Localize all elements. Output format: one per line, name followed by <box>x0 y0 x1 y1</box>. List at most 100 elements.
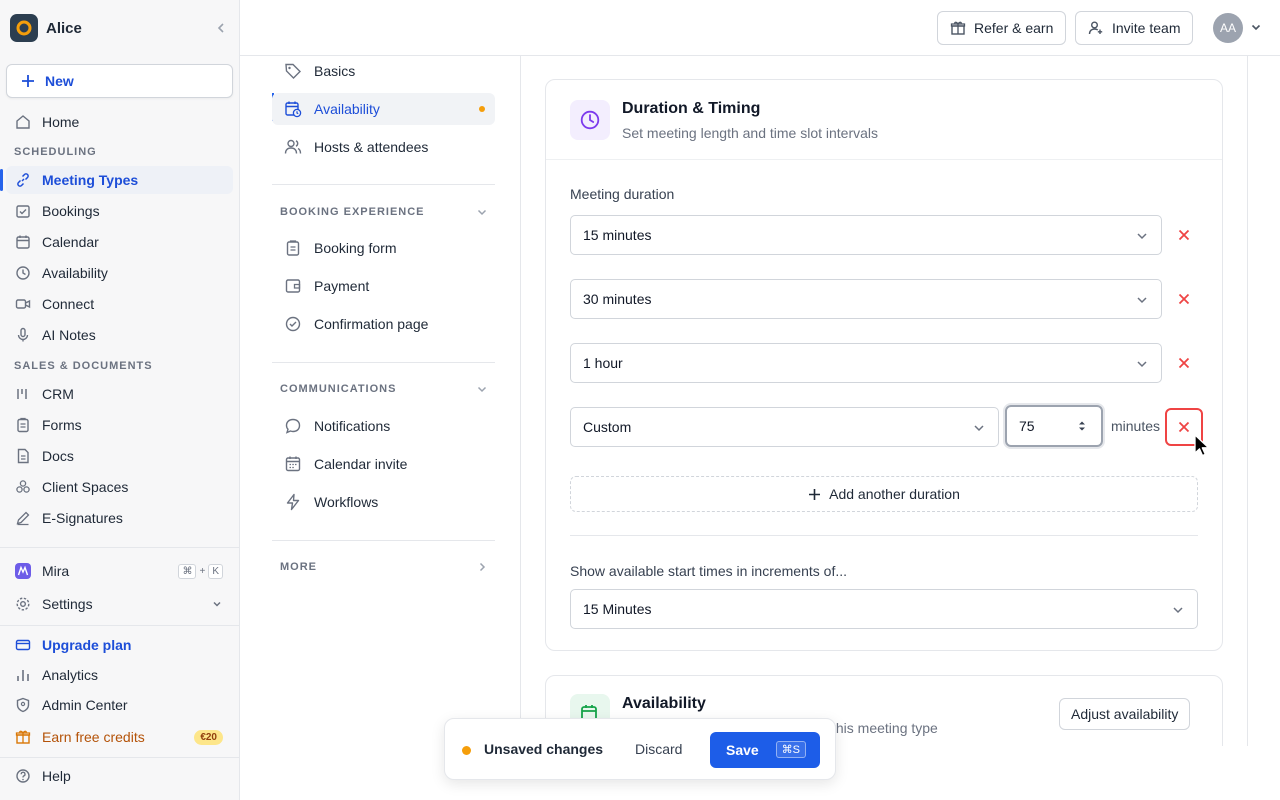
select-value: 15 minutes <box>583 227 652 243</box>
tag-icon <box>284 62 302 80</box>
discard-button[interactable]: Discard <box>635 741 682 757</box>
sidebar-item-label: Connect <box>42 296 95 312</box>
new-button-label: New <box>45 73 74 89</box>
shortcut-plus: + <box>199 565 206 577</box>
mouse-cursor-icon <box>1194 434 1210 457</box>
sidebar-item-mira[interactable]: Mira ⌘ + K <box>6 557 233 585</box>
increment-select[interactable]: 15 Minutes <box>570 589 1198 629</box>
invite-team-button[interactable]: Invite team <box>1075 11 1194 45</box>
remove-duration-button[interactable] <box>1166 345 1202 381</box>
settings-subnav: Basics Availability Hosts & attendees BO… <box>240 56 521 746</box>
sidebar-item-admin-center[interactable]: Admin Center <box>6 691 233 719</box>
unsaved-changes-bar: Unsaved changes Discard Save ⌘S <box>444 718 836 780</box>
remove-duration-button[interactable] <box>1166 281 1202 317</box>
gift-icon <box>14 728 32 746</box>
collapse-sidebar-icon[interactable] <box>214 21 228 35</box>
input-value: 75 <box>1019 418 1035 434</box>
chevron-down-icon <box>476 206 488 218</box>
credit-badge: €20 <box>194 729 223 745</box>
card-header: Duration & Timing Set meeting length and… <box>546 80 1222 160</box>
mira-shortcut: ⌘ + K <box>178 563 223 579</box>
new-button[interactable]: New <box>6 64 233 98</box>
sidebar-item-meeting-types[interactable]: Meeting Types <box>6 166 233 194</box>
save-button-label: Save <box>726 742 759 758</box>
add-duration-button[interactable]: Add another duration <box>570 476 1198 512</box>
close-icon <box>1178 421 1190 433</box>
sidebar-item-e-signatures[interactable]: E-Signatures <box>6 504 233 532</box>
sidebar-item-label: Admin Center <box>42 697 128 713</box>
sidebar-item-ai-notes[interactable]: AI Notes <box>6 321 233 349</box>
sidebar-item-settings[interactable]: Settings <box>6 590 233 618</box>
subnav-item-calendar-invite[interactable]: Calendar invite <box>272 448 495 480</box>
remove-duration-button[interactable] <box>1166 217 1202 253</box>
chat-bubble-icon <box>284 417 302 435</box>
sidebar-item-bookings[interactable]: Bookings <box>6 197 233 225</box>
sidebar-item-availability[interactable]: Availability <box>6 259 233 287</box>
clock-icon <box>570 100 610 140</box>
sidebar-item-label: Docs <box>42 448 74 464</box>
duration-select-custom[interactable]: Custom <box>570 407 999 447</box>
section-communications[interactable]: COMMUNICATIONS <box>280 383 488 395</box>
calendar-check-icon <box>14 202 32 220</box>
subnav-item-workflows[interactable]: Workflows <box>272 486 495 518</box>
chevron-down-icon[interactable] <box>1250 21 1262 33</box>
crm-icon <box>14 385 32 403</box>
sidebar-item-home[interactable]: Home <box>6 108 233 136</box>
sidebar-item-label: Forms <box>42 417 82 433</box>
subnav-item-booking-form[interactable]: Booking form <box>272 232 495 264</box>
duration-timing-card: Duration & Timing Set meeting length and… <box>545 79 1223 651</box>
save-button[interactable]: Save ⌘S <box>710 732 820 768</box>
chevron-down-icon <box>1135 293 1149 307</box>
lightning-icon <box>284 493 302 511</box>
section-more[interactable]: MORE <box>280 561 488 573</box>
subnav-item-confirmation-page[interactable]: Confirmation page <box>272 308 495 340</box>
main-content: Duration & Timing Set meeting length and… <box>521 56 1248 746</box>
subnav-item-basics[interactable]: Basics <box>272 55 495 87</box>
subnav-item-availability[interactable]: Availability <box>272 93 495 125</box>
avatar[interactable]: AA <box>1213 13 1243 43</box>
sidebar-item-forms[interactable]: Forms <box>6 411 233 439</box>
sidebar-item-label: Earn free credits <box>42 729 145 745</box>
home-icon <box>14 113 32 131</box>
shortcut-key: ⌘ <box>178 563 197 579</box>
duration-select[interactable]: 15 minutes <box>570 215 1162 255</box>
card-title: Duration & Timing <box>622 100 761 117</box>
sidebar-item-analytics[interactable]: Analytics <box>6 661 233 689</box>
duration-select[interactable]: 1 hour <box>570 343 1162 383</box>
users-icon <box>284 138 302 156</box>
sidebar: Alice New Home SCHEDULING Meeting Types … <box>0 0 240 800</box>
section-booking-experience[interactable]: BOOKING EXPERIENCE <box>280 206 488 218</box>
unsaved-dot <box>479 106 485 112</box>
sidebar-item-calendar[interactable]: Calendar <box>6 228 233 256</box>
save-shortcut: ⌘S <box>775 741 806 758</box>
sidebar-item-docs[interactable]: Docs <box>6 442 233 470</box>
document-icon <box>14 447 32 465</box>
subnav-item-hosts-attendees[interactable]: Hosts & attendees <box>272 131 495 163</box>
card-title: Availability <box>622 695 706 712</box>
subnav-item-payment[interactable]: Payment <box>272 270 495 302</box>
sidebar-item-help[interactable]: Help <box>6 762 233 790</box>
subnav-item-label: Booking form <box>314 240 397 256</box>
sidebar-item-label: Availability <box>42 265 108 281</box>
clock-icon <box>14 264 32 282</box>
sidebar-item-connect[interactable]: Connect <box>6 290 233 318</box>
select-value: 15 Minutes <box>583 601 652 617</box>
chevron-right-icon <box>476 561 488 573</box>
sidebar-item-earn-credits[interactable]: Earn free credits €20 <box>6 723 233 751</box>
sidebar-item-crm[interactable]: CRM <box>6 380 233 408</box>
link-icon <box>14 171 32 189</box>
close-icon <box>1178 357 1190 369</box>
refer-earn-button[interactable]: Refer & earn <box>937 11 1067 45</box>
workspace-switcher[interactable]: Alice <box>10 14 228 42</box>
custom-minutes-input[interactable]: 75 <box>1005 405 1103 447</box>
duration-select[interactable]: 30 minutes <box>570 279 1162 319</box>
add-duration-label: Add another duration <box>829 486 960 502</box>
card-subtitle: Set meeting length and time slot interva… <box>622 125 879 141</box>
subnav-item-notifications[interactable]: Notifications <box>272 410 495 442</box>
sidebar-item-upgrade-plan[interactable]: Upgrade plan <box>6 631 233 659</box>
number-stepper-icon[interactable] <box>1077 419 1087 433</box>
sidebar-item-client-spaces[interactable]: Client Spaces <box>6 473 233 501</box>
unsaved-changes-text: Unsaved changes <box>484 741 604 757</box>
adjust-availability-button[interactable]: Adjust availability <box>1059 698 1191 730</box>
subnav-item-label: Hosts & attendees <box>314 139 429 155</box>
